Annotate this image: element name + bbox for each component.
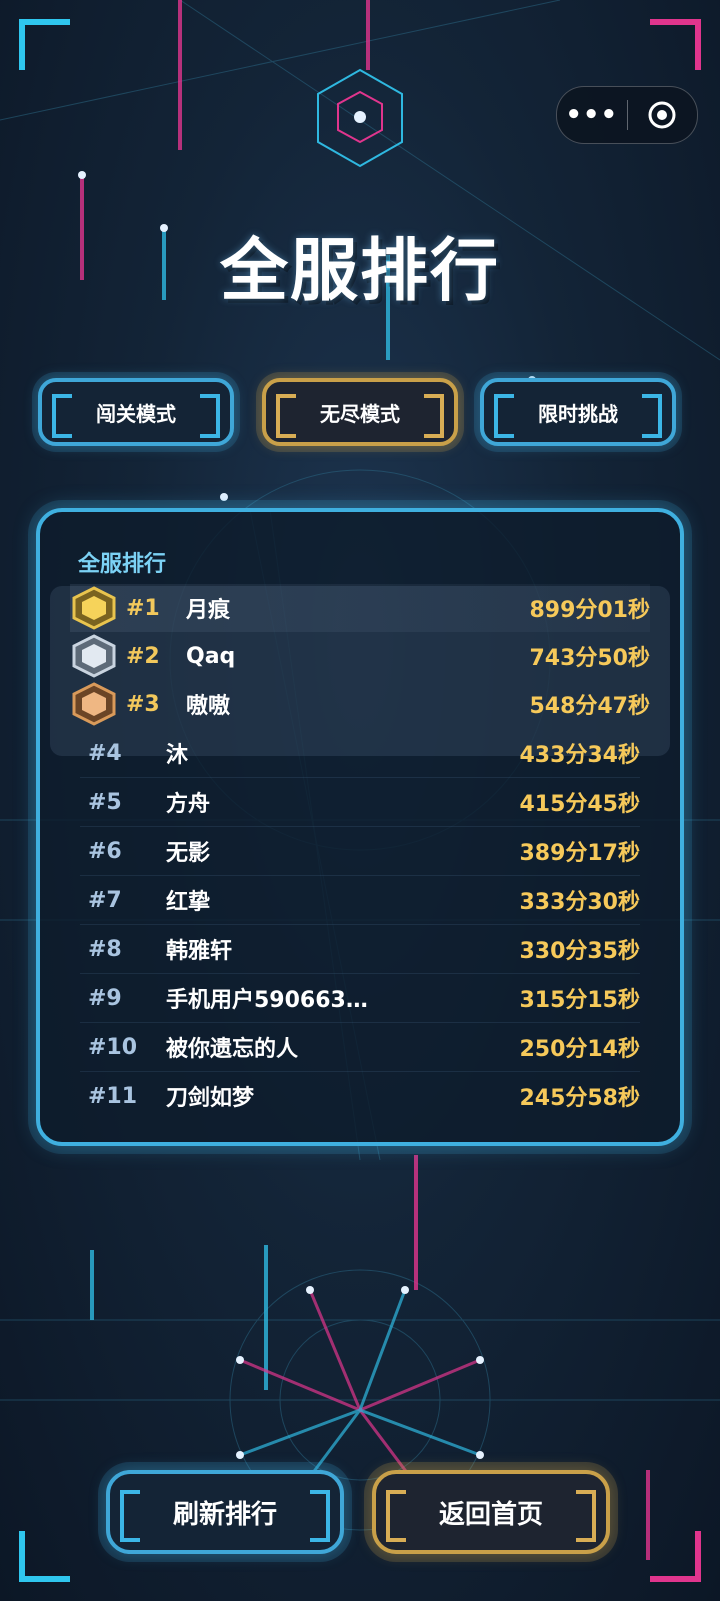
rank-number: #8 [88,936,122,962]
gold-medal-icon [70,584,126,632]
target-circle-icon[interactable] [628,100,698,130]
player-name: 无影 [166,841,211,866]
leaderboard-panel[interactable]: 全服排行 #1 月痕 899分01秒 #2 Qaq 743分50秒 #3 嗷嗷 … [36,508,684,1146]
player-score: 389分17秒 [519,841,640,866]
back-home-button[interactable]: 返回首页 [372,1470,610,1554]
home-label: 返回首页 [438,1499,543,1530]
page-title: 全服排行 [219,232,500,311]
list-item: #3 嗷嗷 548分47秒 [70,680,650,728]
leaderboard-title: 全服排行 [78,552,167,577]
player-name: Qaq [186,643,236,669]
list-item: #11 刀剑如梦 245分58秒 [80,1072,640,1120]
corner-bracket-top-right [650,19,701,70]
player-score: 250分14秒 [519,1037,640,1062]
player-score: 899分01秒 [529,598,650,623]
player-name: 手机用户590663… [166,988,368,1013]
silver-medal-icon [70,632,126,680]
player-score: 333分30秒 [519,890,640,915]
tab-endless-mode[interactable]: 无尽模式 [262,378,458,446]
tab-label: 无尽模式 [320,401,400,426]
player-score: 315分15秒 [519,988,640,1013]
player-score: 433分34秒 [519,743,640,768]
player-score: 743分50秒 [529,646,650,671]
player-name: 月痕 [186,598,231,623]
rank-number: #4 [88,740,122,766]
more-dots-icon[interactable]: ••• [557,100,627,130]
list-item: #8 韩雅轩 330分35秒 [80,925,640,974]
player-name: 嗷嗷 [186,694,231,719]
player-score: 548分47秒 [529,694,650,719]
player-name: 方舟 [166,792,211,817]
player-name: 红挚 [166,890,211,915]
corner-bracket-top-left [19,19,70,70]
tab-timed-challenge[interactable]: 限时挑战 [480,378,676,446]
list-item: #1 月痕 899分01秒 [70,584,650,632]
list-item: #2 Qaq 743分50秒 [70,632,650,680]
list-item: #7 红挚 333分30秒 [80,876,640,925]
player-name: 被你遗忘的人 [166,1037,299,1062]
player-score: 330分35秒 [519,939,640,964]
player-name: 沐 [166,743,189,768]
refresh-ranking-button[interactable]: 刷新排行 [106,1470,344,1554]
miniprogram-capsule: ••• [556,86,698,144]
tab-level-mode[interactable]: 闯关模式 [38,378,234,446]
rank-number: #10 [88,1034,138,1060]
tab-label: 闯关模式 [96,401,176,426]
rank-number: #6 [88,838,122,864]
rank-number: #9 [88,985,122,1011]
player-name: 韩雅轩 [166,939,233,964]
corner-bracket-bottom-right [650,1531,701,1582]
list-item: #10 被你遗忘的人 250分14秒 [80,1023,640,1072]
player-score: 415分45秒 [519,792,640,817]
tab-label: 限时挑战 [538,401,618,426]
list-item: #5 方舟 415分45秒 [80,778,640,827]
list-item: #4 沐 433分34秒 [80,729,640,778]
rank-number: #2 [126,643,160,669]
list-item: #9 手机用户590663… 315分15秒 [80,974,640,1023]
rank-number: #3 [126,691,160,717]
rank-number: #5 [88,789,122,815]
player-score: 245分58秒 [519,1086,640,1111]
rank-number: #7 [88,887,122,913]
rank-number: #1 [126,595,160,621]
corner-bracket-bottom-left [19,1531,70,1582]
refresh-label: 刷新排行 [172,1499,277,1530]
rank-number: #11 [88,1083,138,1109]
bronze-medal-icon [70,680,126,728]
player-name: 刀剑如梦 [166,1086,255,1111]
list-item: #6 无影 389分17秒 [80,827,640,876]
